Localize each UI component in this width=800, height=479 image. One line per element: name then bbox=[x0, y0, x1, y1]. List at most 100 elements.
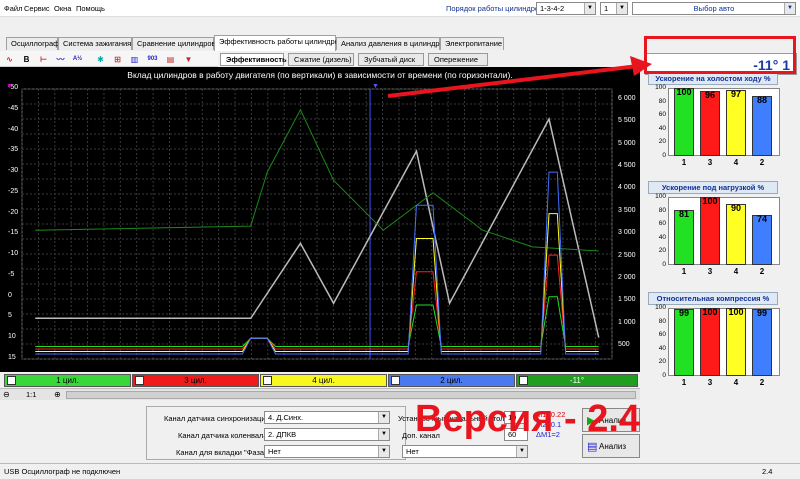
tab-compare-cylinders[interactable]: Сравнение цилиндров bbox=[132, 37, 216, 50]
legend-cyl2[interactable]: 2 цил. bbox=[388, 374, 515, 387]
bar-value-label: 99 bbox=[678, 307, 689, 318]
ruler-icon[interactable]: ⊢ bbox=[37, 53, 50, 66]
menu-windows[interactable]: Окна bbox=[54, 4, 71, 13]
bottom-panel: Канал датчика синхронизации 4. Д.Синх. ▼… bbox=[0, 400, 800, 462]
903-icon[interactable]: 903 bbox=[146, 53, 159, 66]
x-axis-tick: 12 bbox=[213, 363, 222, 370]
x-axis-tick: 14 bbox=[246, 363, 255, 370]
x-axis-tick: 7 bbox=[132, 363, 137, 370]
bar bbox=[752, 308, 772, 376]
x-axis-tick: 2 bbox=[49, 363, 54, 370]
x-axis-tick: 9 bbox=[165, 363, 170, 370]
grid-icon[interactable]: ⊞ bbox=[111, 53, 124, 66]
bar-value-label: 100 bbox=[702, 196, 718, 206]
left-axis-tick: -40 bbox=[8, 125, 19, 133]
bar-axis-tick: 40 bbox=[658, 233, 666, 241]
extra-channel-combo[interactable]: Нет ▼ bbox=[402, 445, 528, 458]
chevron-down-icon: ▼ bbox=[584, 3, 595, 14]
x-axis-tick: 35 bbox=[594, 363, 603, 370]
tab-oscilloscope[interactable]: Осциллограф bbox=[6, 37, 59, 50]
legend-checkbox[interactable] bbox=[7, 376, 16, 385]
bar-axis-tick: 20 bbox=[658, 358, 666, 366]
x-axis-tick: 31 bbox=[528, 363, 537, 370]
right-axis-tick: 3 000 bbox=[618, 229, 636, 237]
spark-icon[interactable]: ✱ bbox=[94, 53, 107, 66]
zoom-out-icon[interactable]: ⊖ bbox=[3, 390, 10, 399]
x-axis-tick: 22 bbox=[379, 363, 388, 370]
legend-cyl3[interactable]: 3 цил. bbox=[132, 374, 259, 387]
wave-icon[interactable]: 〰 bbox=[54, 53, 67, 66]
legend-cyl1[interactable]: 1 цил. bbox=[4, 374, 131, 387]
chevron-down-icon: ▼ bbox=[616, 3, 627, 14]
sync-channel-value: 4. Д.Синх. bbox=[268, 413, 304, 422]
x-axis-tick: 21 bbox=[362, 363, 371, 370]
tab-pressure-analysis[interactable]: Анализ давления в цилиндре bbox=[336, 37, 444, 50]
left-axis-tick: -5 bbox=[8, 270, 15, 278]
tab-power-supply[interactable]: Электропитание bbox=[440, 37, 504, 50]
menu-help[interactable]: Помощь bbox=[76, 4, 105, 13]
legend-checkbox[interactable] bbox=[135, 376, 144, 385]
toolbar: ∿ B ⊢ 〰 A½ ✱ ⊞ ▥ 903 ▤ ▼ bbox=[0, 51, 218, 67]
chevron-down-icon: ▼ bbox=[378, 429, 389, 440]
highlight-box bbox=[644, 36, 796, 74]
legend-cyl4[interactable]: 4 цил. bbox=[260, 374, 387, 387]
bar-value-label: 88 bbox=[756, 95, 767, 106]
sync-channel-combo[interactable]: 4. Д.Синх. ▼ bbox=[264, 411, 390, 424]
chevron-down-icon: ▼ bbox=[378, 412, 389, 423]
phase-channel-label: Канал для вкладки "Фаза" bbox=[176, 448, 267, 457]
bar bbox=[674, 308, 694, 376]
b-icon[interactable]: B bbox=[20, 53, 33, 66]
bar-axis-tick: 0 bbox=[662, 372, 666, 379]
right-axis-tick: 1 500 bbox=[618, 296, 636, 304]
phase-channel-combo[interactable]: Нет ▼ bbox=[264, 445, 390, 458]
bar-axis-tick: 0 bbox=[662, 261, 666, 268]
left-axis-tick: -35 bbox=[8, 146, 19, 154]
x-axis-tick: 28 bbox=[478, 363, 487, 370]
x-axis-tick: 16 bbox=[279, 363, 288, 370]
select-car-combo[interactable]: Выбор авто ▼ bbox=[632, 2, 796, 15]
menu-service[interactable]: Сервис bbox=[24, 4, 50, 13]
legend-checkbox[interactable] bbox=[519, 376, 528, 385]
right-axis-tick: 5 000 bbox=[618, 139, 636, 147]
auto-icon[interactable]: A½ bbox=[71, 53, 84, 66]
bars-icon[interactable]: ▥ bbox=[128, 53, 141, 66]
x-axis-tick: 11 bbox=[197, 363, 205, 370]
cursor-marker-icon[interactable]: ▼ bbox=[372, 83, 379, 90]
left-axis-tick: 15 bbox=[8, 354, 16, 361]
left-axis-tick: -25 bbox=[8, 187, 19, 195]
zoom-in-icon[interactable]: ⊕ bbox=[54, 390, 61, 399]
tab-ignition[interactable]: Система зажигания bbox=[58, 37, 132, 50]
bar-axis-tick: 20 bbox=[658, 138, 666, 146]
tab-cylinder-efficiency[interactable]: Эффективность работы цилиндров bbox=[214, 35, 343, 51]
bar-axis-tick: 40 bbox=[658, 124, 666, 132]
list-icon: ▤ bbox=[587, 441, 598, 453]
marker-triangle-icon: ▼ bbox=[6, 83, 13, 90]
efficiency-plot[interactable]: Вклад цилиндров в работу двигателя (по в… bbox=[0, 67, 640, 372]
status-bar: USB Осциллограф не подключен 2.4 bbox=[0, 463, 800, 479]
bar-category-label: 1 bbox=[681, 378, 687, 387]
sinus-icon[interactable]: ∿ bbox=[3, 53, 16, 66]
left-axis-tick: -15 bbox=[8, 229, 19, 237]
legend-angle[interactable]: -11° bbox=[516, 374, 638, 387]
cylinder-order-combo[interactable]: 1-3-4-2 ▼ bbox=[536, 2, 596, 15]
menu-file[interactable]: Файл bbox=[4, 4, 22, 13]
bar-category-label: 2 bbox=[759, 378, 765, 387]
filter-icon[interactable]: ▼ bbox=[182, 53, 195, 66]
version-overlay: Версия - 2.4 bbox=[415, 398, 641, 440]
x-axis-tick: 24 bbox=[412, 363, 421, 370]
subtab-efficiency[interactable]: Эффективность bbox=[220, 53, 287, 66]
bar-axis-tick: 60 bbox=[658, 220, 666, 228]
x-axis-tick: 18 bbox=[313, 363, 321, 370]
crank-channel-combo[interactable]: 2. ДПКВ ▼ bbox=[264, 428, 390, 441]
x-axis-tick: 32 bbox=[545, 363, 553, 370]
legend-checkbox[interactable] bbox=[263, 376, 272, 385]
bar-value-label: 97 bbox=[730, 89, 741, 100]
bar-category-label: 1 bbox=[681, 267, 687, 276]
cylinder-num-combo[interactable]: 1 ▼ bbox=[600, 2, 628, 15]
x-axis-tick: 27 bbox=[462, 363, 471, 370]
legend-checkbox[interactable] bbox=[391, 376, 400, 385]
left-axis-tick: -30 bbox=[8, 167, 19, 175]
chart-icon[interactable]: ▤ bbox=[164, 53, 177, 66]
subtab-compression-diesel[interactable]: Сжатие (дизель) bbox=[288, 53, 354, 66]
x-axis-tick: 1 bbox=[33, 363, 38, 370]
